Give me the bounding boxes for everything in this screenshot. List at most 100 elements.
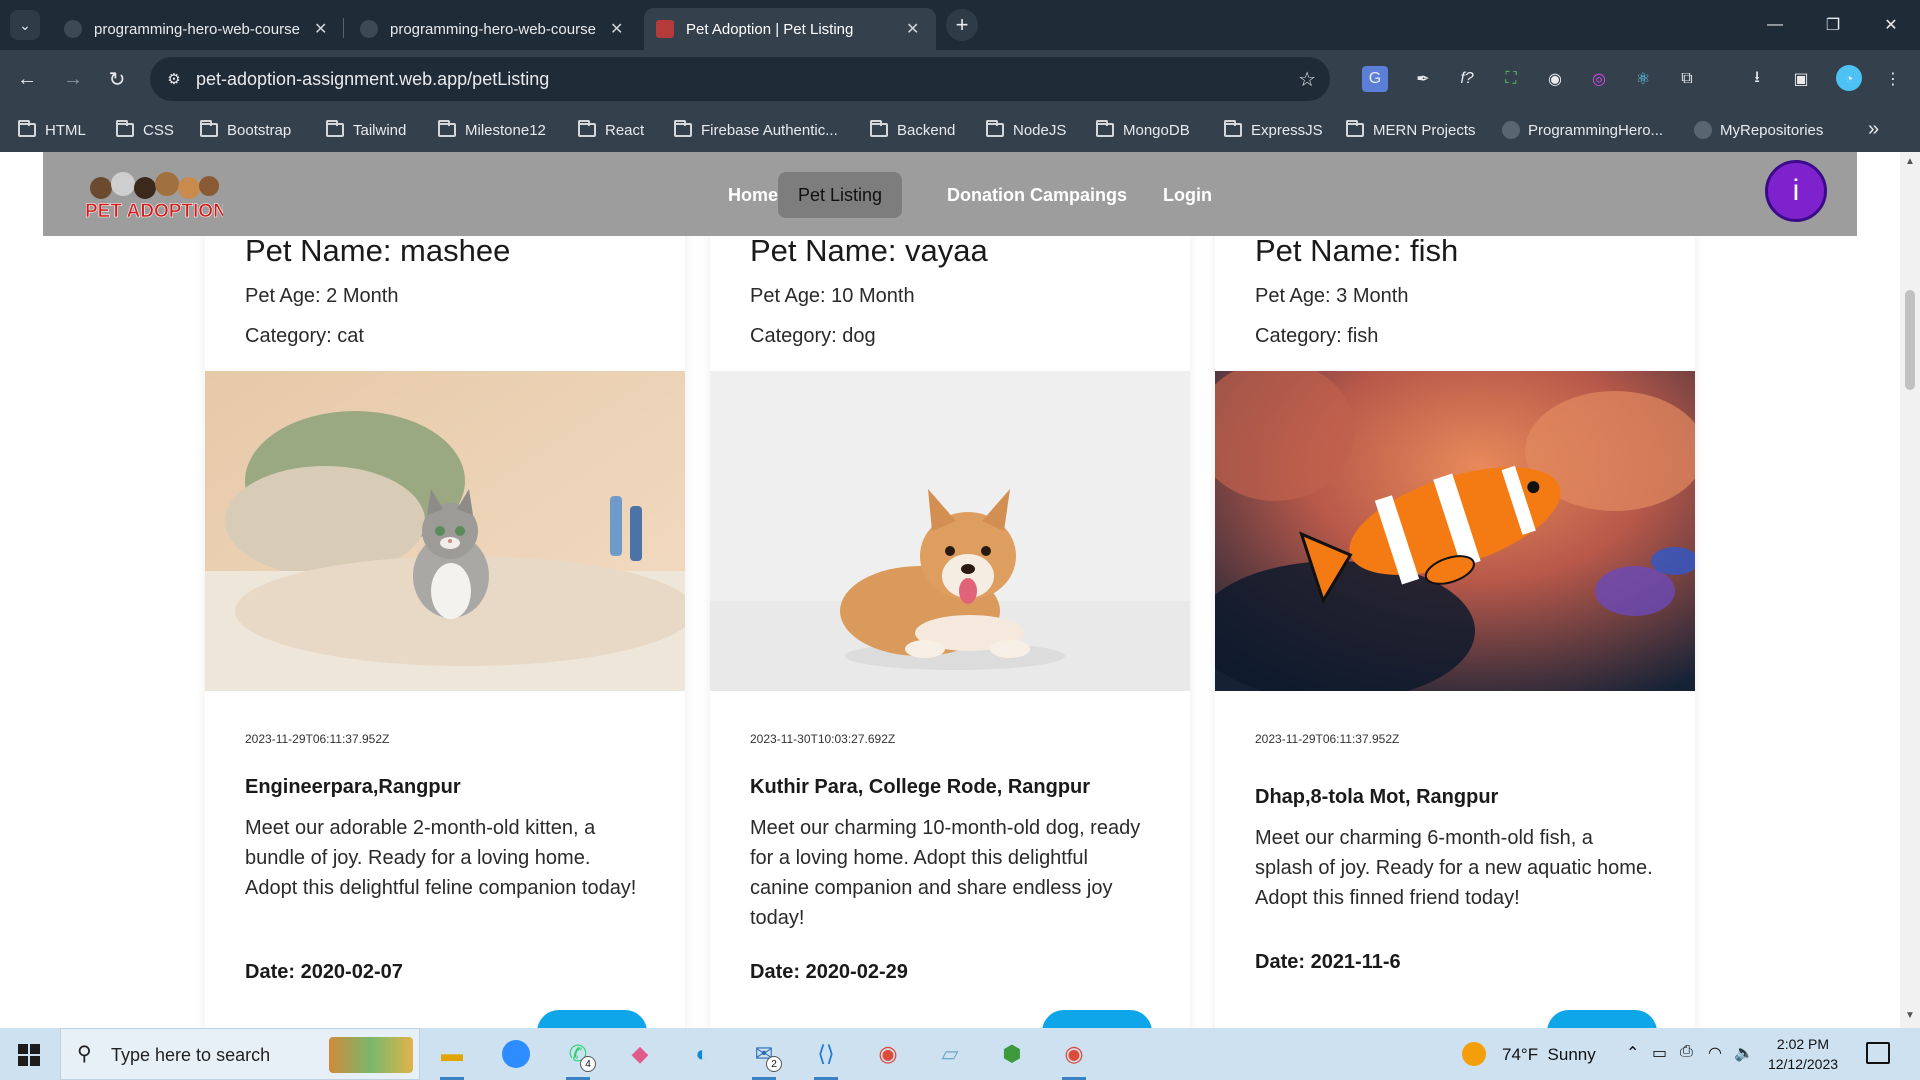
details-button[interactable]: Details — [1042, 1010, 1152, 1028]
restore-icon[interactable]: ❐ — [1818, 10, 1848, 40]
screenshot-extension-icon[interactable]: ⛶ — [1498, 66, 1524, 92]
pet-category: Category: cat — [245, 325, 364, 347]
pet-adoption-logo[interactable]: PET ADOPTION! — [83, 170, 233, 224]
side-panel-icon[interactable]: ▣ — [1788, 66, 1814, 92]
window-close-icon[interactable]: ✕ — [1876, 10, 1906, 40]
camera-extension-icon[interactable]: ◉ — [1542, 66, 1568, 92]
bookmark-folder[interactable]: MERN Projects — [1346, 119, 1476, 141]
whatsapp-icon[interactable]: ✆ 4 — [558, 1036, 598, 1080]
info-avatar-button[interactable]: i — [1765, 160, 1827, 222]
taskbar-search[interactable]: ⚲ Type here to search — [60, 1028, 420, 1080]
battery-icon[interactable]: ▭ — [1652, 1043, 1667, 1063]
chrome-icon[interactable]: ◉ — [868, 1036, 908, 1072]
details-button[interactable]: Details — [537, 1010, 647, 1028]
wifi-icon[interactable]: ◠ — [1708, 1043, 1722, 1063]
bookmark-folder[interactable]: HTML — [18, 119, 86, 141]
react-devtools-icon[interactable]: ⚛ — [1630, 66, 1656, 92]
bookmarks-bar: HTML CSS Bootstrap Tailwind Milestone12 … — [0, 108, 1920, 152]
bookmark-label: NodeJS — [1013, 121, 1067, 139]
windows-start-icon[interactable] — [18, 1044, 40, 1066]
url-text[interactable]: pet-adoption-assignment.web.app/petListi… — [196, 69, 549, 90]
google-translate-icon[interactable]: G — [1362, 66, 1388, 92]
notifications-icon[interactable] — [1866, 1042, 1890, 1064]
nav-donation-campaigns-link[interactable]: Donation Campaings — [927, 172, 1147, 218]
bookmark-folder[interactable]: Bootstrap — [200, 119, 291, 141]
tab-search-dropdown[interactable]: ⌄ — [10, 10, 40, 40]
minimize-icon[interactable]: — — [1760, 10, 1790, 40]
weather-sun-icon[interactable] — [1462, 1042, 1486, 1066]
reload-icon[interactable]: ↻ — [100, 62, 134, 96]
bookmark-label: ExpressJS — [1251, 121, 1323, 139]
weather-temp: 74°F — [1502, 1045, 1539, 1064]
bookmark-folder[interactable]: Milestone12 — [438, 119, 546, 141]
menu-kebab-icon[interactable]: ⋮ — [1880, 66, 1906, 92]
bookmark-folder[interactable]: MongoDB — [1096, 119, 1190, 141]
close-icon[interactable]: ✕ — [314, 19, 327, 39]
profile-avatar-icon[interactable]: ◔ — [1836, 65, 1862, 91]
back-arrow-icon[interactable]: ← — [10, 62, 44, 96]
page-scrollbar[interactable]: ▲ ▼ — [1900, 152, 1920, 1028]
nav-pet-listing-link[interactable]: Pet Listing — [778, 172, 903, 218]
forward-arrow-icon[interactable]: → — [56, 62, 90, 96]
browser-tab[interactable]: programming-hero-web-course ✕ — [52, 8, 342, 50]
bookmark-label: Bootstrap — [227, 121, 292, 139]
bookmark-folder[interactable]: NodeJS — [986, 119, 1066, 141]
download-icon[interactable]: ⭳ — [1744, 66, 1770, 92]
eyedropper-extension-icon[interactable]: ✒ — [1410, 66, 1436, 92]
nodejs-icon[interactable]: ⬢ — [992, 1036, 1032, 1072]
extensions-puzzle-icon[interactable]: ⧉ — [1674, 66, 1700, 92]
bookmark-link[interactable]: ProgrammingHero... — [1502, 119, 1663, 141]
font-extension-icon[interactable]: f? — [1454, 66, 1480, 92]
site-info-icon[interactable]: ⚙ — [162, 67, 186, 91]
chrome-active-icon[interactable]: ◉ — [1054, 1036, 1094, 1080]
gitkraken-icon[interactable]: ◆ — [620, 1036, 660, 1072]
folder-icon — [674, 120, 692, 137]
fish-illustration — [1215, 371, 1695, 691]
bookmark-folder[interactable]: Backend — [870, 119, 955, 141]
close-icon[interactable]: ✕ — [906, 19, 919, 39]
volume-icon[interactable]: 🔈 — [1734, 1043, 1754, 1063]
vscode-icon[interactable]: ⟨⟩ — [806, 1036, 846, 1080]
bookmark-link[interactable]: MyRepositories — [1694, 119, 1823, 141]
pet-category: Category: fish — [1255, 325, 1379, 347]
tray-chevron-icon[interactable]: ⌃ — [1626, 1043, 1639, 1063]
device-icon[interactable]: ⎙ — [1680, 1043, 1693, 1061]
site-navbar: PET ADOPTION! Home Pet Listing Donation … — [43, 152, 1857, 236]
pet-description: Meet our charming 6-month-old fish, a sp… — [1255, 827, 1653, 909]
edge-icon[interactable]: ◐ — [682, 1036, 722, 1072]
details-button[interactable]: Details — [1547, 1010, 1657, 1028]
scroll-up-arrow-icon[interactable]: ▲ — [1900, 156, 1920, 172]
bookmark-folder[interactable]: Tailwind — [326, 119, 406, 141]
address-bar[interactable]: ⚙ pet-adoption-assignment.web.app/petLis… — [150, 57, 1330, 101]
bookmark-label: React — [605, 121, 645, 139]
bookmark-label: Milestone12 — [465, 121, 546, 139]
weather-widget[interactable]: 74°F Sunny — [1502, 1045, 1596, 1065]
mail-icon[interactable]: ✉ 2 — [744, 1036, 784, 1080]
pet-name: Pet Name: mashee — [245, 233, 511, 268]
bookmark-star-icon[interactable]: ☆ — [1298, 67, 1316, 92]
search-highlight-image — [329, 1037, 413, 1073]
browser-tab[interactable]: programming-hero-web-course ✕ — [348, 8, 638, 50]
bookmark-folder[interactable]: ExpressJS — [1224, 119, 1323, 141]
scroll-down-arrow-icon[interactable]: ▼ — [1900, 1010, 1920, 1026]
new-tab-button[interactable]: + — [946, 9, 978, 41]
whatsapp-badge: 4 — [580, 1056, 596, 1072]
folder-icon — [116, 120, 134, 137]
system-clock[interactable]: 2:02 PM 12/12/2023 — [1766, 1034, 1840, 1074]
nav-login-link[interactable]: Login — [1143, 172, 1232, 218]
pet-date: Date: 2021-11-6 — [1255, 951, 1401, 973]
pet-age: Pet Age: 2 Month — [245, 285, 399, 307]
bookmark-folder[interactable]: Firebase Authentic... — [674, 119, 838, 141]
more-bookmarks-icon[interactable]: » — [1868, 118, 1879, 141]
zoom-icon[interactable] — [496, 1036, 536, 1072]
scrollbar-thumb[interactable] — [1905, 290, 1915, 390]
notes-app-icon[interactable]: ▱ — [930, 1036, 970, 1072]
bookmark-folder[interactable]: React — [578, 119, 644, 141]
bookmark-folder[interactable]: CSS — [116, 119, 174, 141]
tab-separator — [343, 18, 344, 38]
close-icon[interactable]: ✕ — [610, 19, 623, 39]
folder-icon — [438, 120, 456, 137]
browser-tab-active[interactable]: Pet Adoption | Pet Listing ✕ — [644, 8, 936, 50]
color-picker-extension-icon[interactable]: ◎ — [1586, 66, 1612, 92]
file-explorer-icon[interactable]: ▬ — [432, 1036, 472, 1080]
